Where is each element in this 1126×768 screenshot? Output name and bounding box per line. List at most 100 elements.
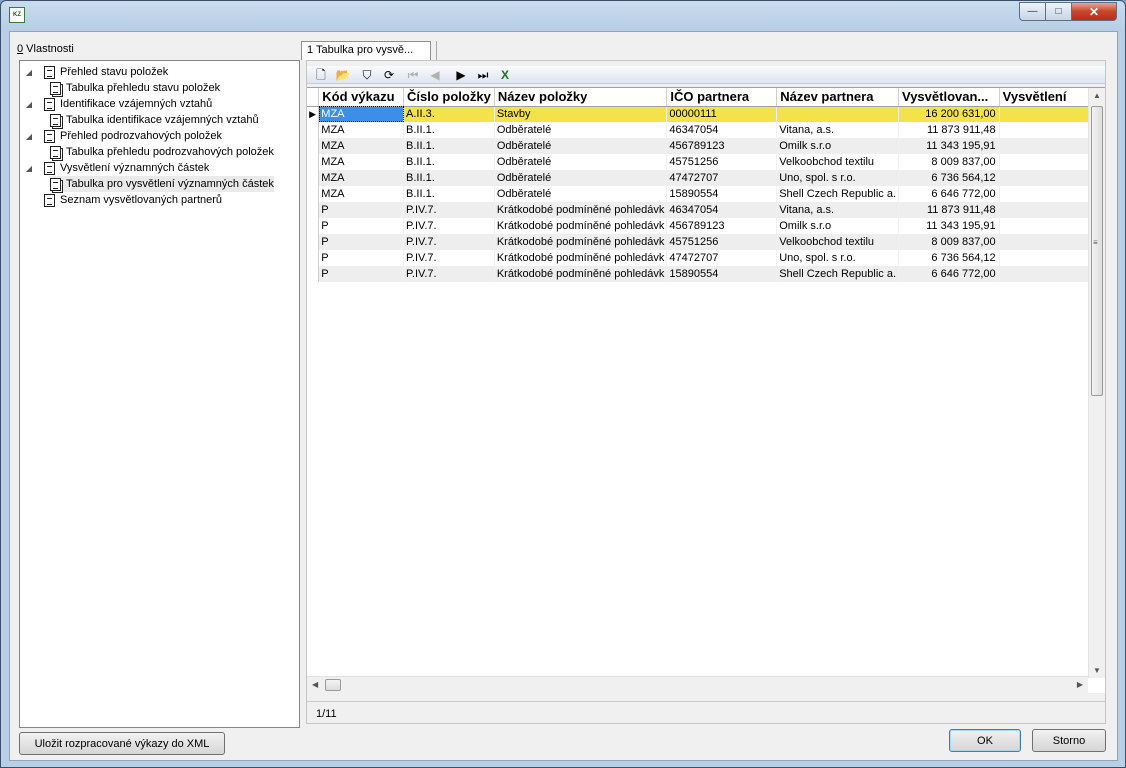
current-row-indicator-icon[interactable]: ▶	[307, 106, 320, 122]
tree-item[interactable]: ◢ Vysvětlení významných částek	[24, 160, 209, 176]
table-cell[interactable]: Stavby	[494, 106, 668, 122]
table-cell[interactable]: Odběratelé	[494, 186, 668, 202]
table-cell[interactable]: MZA	[318, 138, 405, 154]
tree-item[interactable]: ◢ Přehled podrozvahových položek	[24, 128, 222, 144]
table-cell[interactable]: 16 200 631,00	[898, 106, 1000, 122]
column-header[interactable]: Číslo položky	[403, 88, 495, 107]
table-cell[interactable]: 45751256	[666, 154, 778, 170]
row-header[interactable]	[307, 266, 320, 282]
table-cell[interactable]: Shell Czech Republic a.	[776, 266, 900, 282]
table-cell[interactable]: Odběratelé	[494, 154, 668, 170]
table-cell[interactable]: 6 736 564,12	[898, 250, 1000, 266]
table-cell[interactable]: 456789123	[666, 218, 778, 234]
cancel-button[interactable]: Storno	[1032, 729, 1106, 752]
scroll-down-icon[interactable]: ▼	[1093, 666, 1101, 675]
table-cell[interactable]: Shell Czech Republic a.	[776, 186, 900, 202]
table-cell[interactable]: P	[318, 250, 405, 266]
table-cell[interactable]: B.II.1.	[403, 138, 495, 154]
column-header[interactable]: Název položky	[494, 88, 668, 107]
tab-table-explanation[interactable]: 1 Tabulka pro vysvě...	[301, 41, 431, 60]
table-cell[interactable]: Odběratelé	[494, 170, 668, 186]
tree-expander-icon[interactable]: ◢	[24, 164, 34, 173]
open-folder-icon[interactable]: 📂	[335, 67, 351, 83]
table-cell[interactable]: P	[318, 234, 405, 250]
table-row[interactable]: P P.IV.7. Krátkodobé podmíněné pohledávk 15…	[307, 266, 1106, 282]
table-cell[interactable]: P.IV.7.	[403, 202, 495, 218]
table-cell[interactable]: 6 646 772,00	[898, 266, 1000, 282]
tree-item[interactable]: Tabulka pro vysvětlení významných částek	[50, 176, 274, 192]
first-record-icon[interactable]: ⏮	[405, 67, 421, 83]
table-row[interactable]: P P.IV.7. Krátkodobé podmíněné pohledávk 45…	[307, 218, 1106, 234]
table-row[interactable]: MZA B.II.1. Odběratelé 456789123 Omilk s.r.o…	[307, 138, 1106, 154]
table-cell[interactable]	[776, 106, 900, 122]
table-cell[interactable]: Krátkodobé podmíněné pohledávk	[494, 234, 668, 250]
table-cell[interactable]: Omilk s.r.o	[776, 218, 900, 234]
table-cell[interactable]: Vitana, a.s.	[776, 122, 900, 138]
table-cell[interactable]: B.II.1.	[403, 170, 495, 186]
table-cell[interactable]: Vitana, a.s.	[776, 202, 900, 218]
column-header[interactable]: Název partnera	[776, 88, 900, 107]
row-header[interactable]	[307, 218, 320, 234]
table-cell[interactable]: P.IV.7.	[403, 218, 495, 234]
table-row[interactable]: P P.IV.7. Krátkodobé podmíněné pohledávk 45…	[307, 234, 1106, 250]
new-icon[interactable]: 🗋	[313, 67, 329, 83]
vertical-scroll-thumb[interactable]	[1091, 106, 1103, 396]
table-cell[interactable]: B.II.1.	[403, 154, 495, 170]
table-cell[interactable]: P.IV.7.	[403, 266, 495, 282]
table-cell[interactable]: Odběratelé	[494, 122, 668, 138]
table-cell[interactable]: 47472707	[666, 170, 778, 186]
table-cell[interactable]: Uno, spol. s r.o.	[776, 250, 900, 266]
table-cell[interactable]: 11 873 911,48	[898, 202, 1000, 218]
table-cell[interactable]: Velkoobchod textilu	[776, 234, 900, 250]
next-record-icon[interactable]: ▶	[453, 67, 469, 83]
row-header[interactable]	[307, 234, 320, 250]
table-cell[interactable]: MZA	[318, 154, 405, 170]
refresh-icon[interactable]: ⟳	[381, 67, 397, 83]
column-header[interactable]: Kód výkazu	[318, 88, 405, 107]
row-header[interactable]	[307, 186, 320, 202]
row-header[interactable]	[307, 122, 320, 138]
table-row[interactable]: P P.IV.7. Krátkodobé podmíněné pohledávk 46…	[307, 202, 1106, 218]
ok-button[interactable]: OK	[949, 729, 1021, 752]
column-header[interactable]: IČO partnera	[666, 88, 778, 107]
table-row[interactable]: MZA B.II.1. Odběratelé 46347054 Vitana, a.s.…	[307, 122, 1106, 138]
previous-record-icon[interactable]: ◀	[427, 67, 443, 83]
table-cell[interactable]: 8 009 837,00	[898, 154, 1000, 170]
table-cell[interactable]: MZA	[318, 170, 405, 186]
table-row[interactable]: MZA B.II.1. Odběratelé 47472707 Uno, spol. s…	[307, 170, 1106, 186]
tree-item[interactable]: ◢ Přehled stavu položek	[24, 64, 168, 80]
row-header[interactable]	[307, 202, 320, 218]
table-cell[interactable]: MZA	[318, 186, 405, 202]
table-cell[interactable]: P	[318, 218, 405, 234]
table-cell[interactable]: Velkoobchod textilu	[776, 154, 900, 170]
table-cell[interactable]: MZA	[318, 106, 405, 122]
table-cell[interactable]: B.II.1.	[403, 186, 495, 202]
table-cell[interactable]: 00000111	[666, 106, 778, 122]
tree-expander-icon[interactable]: ◢	[24, 68, 34, 77]
vertical-scrollbar[interactable]: ▲ ≡ ▼	[1088, 88, 1105, 678]
minimize-button[interactable]: —	[1019, 2, 1046, 21]
row-header[interactable]	[307, 250, 320, 266]
row-header[interactable]	[307, 154, 320, 170]
table-cell[interactable]: 47472707	[666, 250, 778, 266]
table-cell[interactable]: MZA	[318, 122, 405, 138]
table-cell[interactable]: Uno, spol. s r.o.	[776, 170, 900, 186]
table-cell[interactable]: 6 646 772,00	[898, 186, 1000, 202]
table-cell[interactable]: 456789123	[666, 138, 778, 154]
tree-item[interactable]: Tabulka identifikace vzájemných vztahů	[50, 112, 259, 128]
table-cell[interactable]: 45751256	[666, 234, 778, 250]
maximize-button[interactable]: □	[1046, 2, 1072, 21]
table-cell[interactable]: P	[318, 266, 405, 282]
tree-item[interactable]: Seznam vysvětlovaných partnerů	[24, 192, 222, 208]
table-row[interactable]: P P.IV.7. Krátkodobé podmíněné pohledávk 47…	[307, 250, 1106, 266]
table-cell[interactable]: 15890554	[666, 186, 778, 202]
close-button[interactable]: ✕	[1072, 2, 1117, 21]
table-cell[interactable]: 6 736 564,12	[898, 170, 1000, 186]
table-cell[interactable]: 15890554	[666, 266, 778, 282]
table-cell[interactable]: Omilk s.r.o	[776, 138, 900, 154]
last-record-icon[interactable]: ⏭	[475, 67, 491, 83]
table-cell[interactable]: A.II.3.	[403, 106, 495, 122]
table-cell[interactable]: 8 009 837,00	[898, 234, 1000, 250]
tree-item[interactable]: Tabulka přehledu podrozvahových položek	[50, 144, 274, 160]
tree-expander-icon[interactable]: ◢	[24, 100, 34, 109]
